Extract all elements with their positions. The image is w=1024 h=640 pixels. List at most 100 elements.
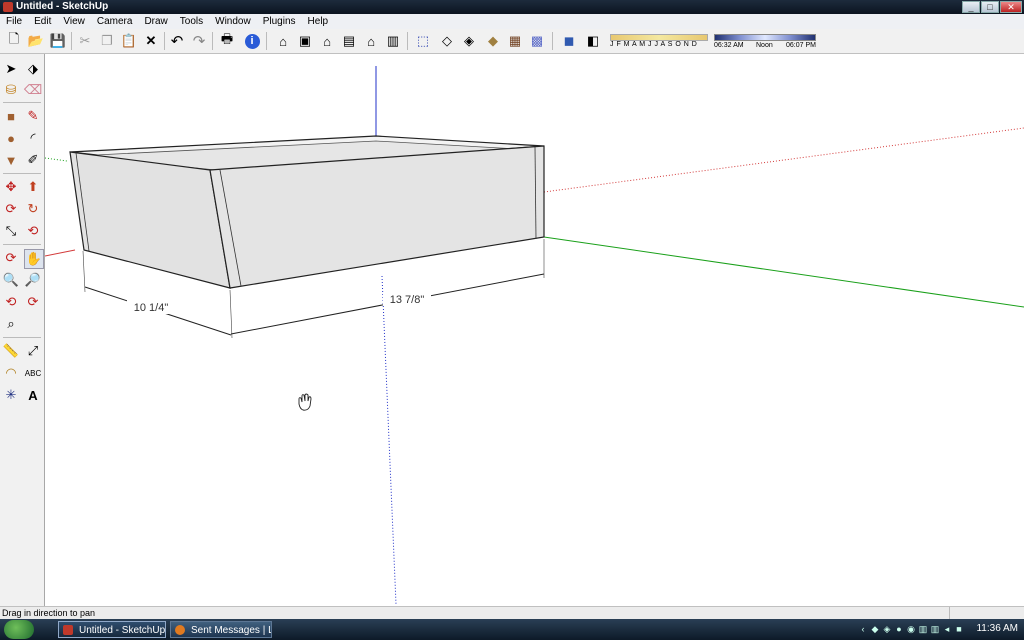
- rectangle-icon[interactable]: ■: [2, 107, 20, 125]
- tray-app-icon[interactable]: ◆: [870, 624, 880, 634]
- toolbar-separator: [407, 32, 408, 50]
- menu-camera[interactable]: Camera: [91, 14, 139, 29]
- model-info-icon[interactable]: i: [243, 32, 261, 50]
- arc-icon[interactable]: ◜: [24, 129, 42, 147]
- erase-x-icon[interactable]: ✕: [142, 32, 160, 50]
- title-bar: Untitled - SketchUp _ □ ✕: [0, 0, 1024, 14]
- view-iso-icon[interactable]: ⌂: [274, 32, 292, 50]
- circle-icon[interactable]: ●: [2, 129, 20, 147]
- menu-view[interactable]: View: [57, 14, 91, 29]
- monochrome-icon[interactable]: ▩: [528, 32, 546, 50]
- copy-icon[interactable]: ❐: [98, 32, 116, 50]
- orbit-icon[interactable]: ⟳: [2, 249, 20, 267]
- view-top-icon[interactable]: ▣: [296, 32, 314, 50]
- scale-icon[interactable]: ⤡: [2, 222, 20, 240]
- move-icon[interactable]: ✥: [2, 178, 20, 196]
- palette-separator: [3, 244, 41, 245]
- 3d-viewport[interactable]: 10 1/4" 13 7/8": [45, 54, 1024, 606]
- green-axis: [543, 236, 1024, 308]
- taskbar-item-firefox[interactable]: Sent Messages | Lu...: [170, 621, 272, 638]
- view-left-icon[interactable]: ▥: [384, 32, 402, 50]
- dimension-label-width[interactable]: 10 1/4": [134, 302, 169, 314]
- minimize-button[interactable]: _: [962, 1, 980, 13]
- freehand-icon[interactable]: ✐: [24, 151, 42, 169]
- dimension-extension: [82, 250, 86, 293]
- tray-expand-icon[interactable]: ‹: [858, 624, 868, 634]
- measurements-box[interactable]: [949, 607, 1024, 619]
- model-canvas[interactable]: 10 1/4" 13 7/8": [45, 54, 1024, 606]
- time-right-label: 06:07 PM: [786, 42, 816, 49]
- menu-plugins[interactable]: Plugins: [257, 14, 302, 29]
- dimension-icon[interactable]: ⤢: [24, 342, 42, 360]
- previous-view-icon[interactable]: ⟲: [2, 293, 20, 311]
- rotate-icon[interactable]: ⟳: [2, 200, 20, 218]
- menu-window[interactable]: Window: [209, 14, 257, 29]
- save-icon[interactable]: 💾: [49, 32, 67, 50]
- zoom-window-icon[interactable]: 🔎: [24, 271, 42, 289]
- menu-draw[interactable]: Draw: [138, 14, 173, 29]
- maximize-button[interactable]: □: [981, 1, 999, 13]
- menu-tools[interactable]: Tools: [174, 14, 209, 29]
- start-button[interactable]: [4, 620, 34, 639]
- paint-bucket-icon[interactable]: ⛁: [2, 81, 20, 99]
- text-label-icon[interactable]: ABC: [24, 364, 42, 382]
- palette-separator: [3, 102, 41, 103]
- time-slider[interactable]: [714, 34, 816, 41]
- taskbar-item-sketchup[interactable]: Untitled - SketchUp: [58, 621, 166, 638]
- pencil-line-icon[interactable]: ✎: [24, 107, 42, 125]
- view-right-icon[interactable]: ▤: [340, 32, 358, 50]
- sketchup-app-icon[interactable]: [3, 2, 13, 12]
- new-file-icon[interactable]: 🗋: [5, 31, 23, 50]
- wireframe-icon[interactable]: ◇: [438, 32, 456, 50]
- palette-separator: [3, 337, 41, 338]
- pan-hand-icon[interactable]: ✋: [24, 249, 44, 269]
- tray-app-icon[interactable]: ◉: [906, 624, 916, 634]
- xray-icon[interactable]: ⬚: [414, 32, 432, 50]
- display-shadows-icon[interactable]: ◧: [584, 32, 602, 50]
- taskbar-clock[interactable]: 11:36 AM: [976, 623, 1018, 634]
- push-pull-icon[interactable]: ⬆: [24, 178, 42, 196]
- system-tray: ‹ ◆ ◈ ● ◉ ▥ ▥ ◂ ■ 11:36 AM: [854, 619, 1024, 640]
- tray-app-icon[interactable]: ●: [894, 624, 904, 634]
- tray-app-icon[interactable]: ■: [954, 624, 964, 634]
- offset-icon[interactable]: ⟲: [24, 222, 42, 240]
- green-axis-dotted: [45, 157, 68, 162]
- time-noon-label: Noon: [756, 42, 773, 49]
- zoom-extents-icon[interactable]: ⌕: [2, 315, 20, 333]
- next-view-icon[interactable]: ⟳: [24, 293, 42, 311]
- volume-icon[interactable]: ◂: [942, 624, 952, 634]
- menu-file[interactable]: File: [0, 14, 28, 29]
- shadow-settings-icon[interactable]: ◼: [560, 32, 578, 50]
- tape-measure-icon[interactable]: 📏: [2, 342, 20, 360]
- select-arrow-icon[interactable]: ➤: [2, 60, 20, 78]
- network-icon[interactable]: ▥: [918, 624, 928, 634]
- tray-app-icon[interactable]: ◈: [882, 624, 892, 634]
- print-icon[interactable]: 🖶: [218, 31, 236, 50]
- network-icon[interactable]: ▥: [930, 624, 940, 634]
- sketchup-icon: [63, 625, 73, 635]
- window-controls: _ □ ✕: [962, 1, 1022, 13]
- protractor-icon[interactable]: ◠: [2, 364, 20, 382]
- make-component-icon[interactable]: ⬗: [24, 60, 42, 78]
- view-front-icon[interactable]: ⌂: [318, 32, 336, 50]
- close-button[interactable]: ✕: [1000, 1, 1022, 13]
- open-folder-icon[interactable]: 📂: [27, 32, 45, 50]
- shaded-textures-icon[interactable]: ▦: [506, 32, 524, 50]
- axes-icon[interactable]: ✳: [2, 386, 20, 404]
- redo-icon[interactable]: ↷: [190, 32, 208, 50]
- cut-icon[interactable]: ✂: [76, 32, 94, 50]
- view-back-icon[interactable]: ⌂: [362, 32, 380, 50]
- menu-edit[interactable]: Edit: [28, 14, 57, 29]
- month-slider[interactable]: [610, 34, 708, 41]
- eraser-icon[interactable]: ⌫: [24, 81, 42, 99]
- paste-icon[interactable]: 📋: [120, 32, 138, 50]
- polygon-icon[interactable]: ▼: [2, 151, 20, 169]
- undo-icon[interactable]: ↶: [168, 32, 186, 50]
- 3d-text-icon[interactable]: A: [24, 386, 42, 404]
- hidden-line-icon[interactable]: ◈: [460, 32, 478, 50]
- follow-me-icon[interactable]: ↻: [24, 200, 42, 218]
- shaded-icon[interactable]: ◆: [484, 32, 502, 50]
- zoom-icon[interactable]: 🔍: [2, 271, 20, 289]
- menu-help[interactable]: Help: [302, 14, 335, 29]
- dimension-label-length[interactable]: 13 7/8": [390, 294, 425, 306]
